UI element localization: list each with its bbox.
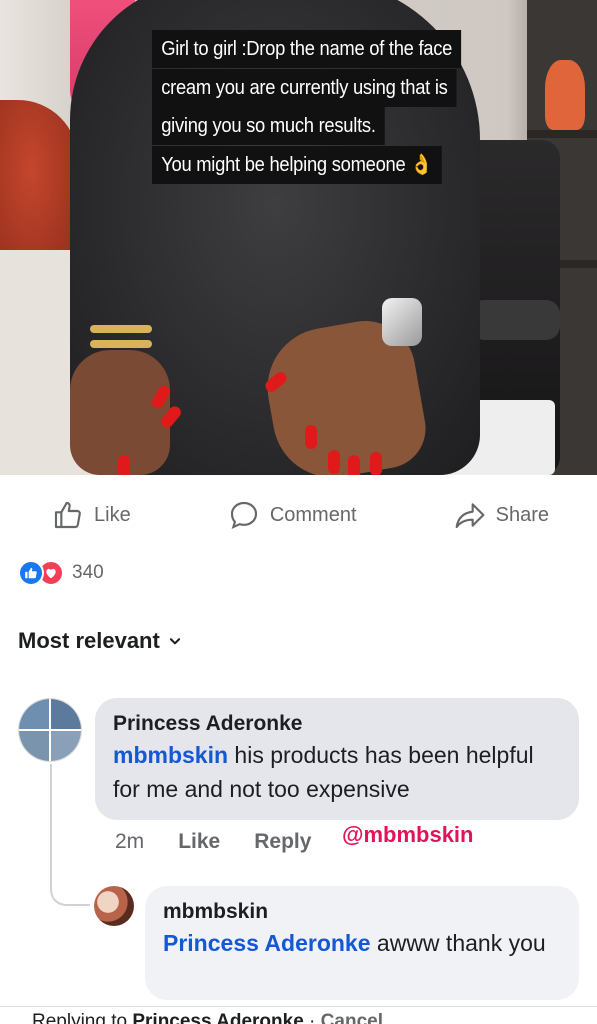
comment-bubble-icon [230,501,257,529]
replying-separator: · [303,1011,321,1024]
comment-meta: 2m Like Reply [115,830,345,854]
comment-text: mbmbskin his products has been helpful f… [113,738,561,806]
reply-body: awww thank you [370,930,546,956]
comment-mention[interactable]: mbmbskin [113,742,228,768]
like-label: Like [94,503,131,526]
caption-line: Girl to girl :Drop the name of the face [152,30,462,68]
reaction-count: 340 [72,562,104,583]
sort-label: Most relevant [18,628,160,653]
caption-line: You might be helping someone 👌 [152,145,443,184]
wrist-watch [382,298,422,346]
shelf-board [527,130,597,138]
avatar-tile [19,699,49,729]
avatar[interactable] [94,886,134,926]
like-button[interactable]: Like [52,499,131,531]
avatar-tile [19,731,49,761]
reply-mention[interactable]: Princess Aderonke [163,930,371,956]
comment-label: Comment [269,503,357,526]
nail [305,425,317,449]
reply-author[interactable]: mbmbskin [163,898,561,926]
bangle [90,325,152,333]
replying-prefix: Replying to [32,1011,133,1024]
comment-sort-dropdown[interactable]: Most relevant [18,628,182,654]
chevron-down-icon [169,638,180,645]
decor-vase [545,60,585,130]
thumbs-up-icon [54,501,81,529]
share-arrow-icon [455,503,485,529]
like-reaction-icon [18,560,44,586]
share-label: Share [495,503,549,526]
comment-like-button[interactable]: Like [178,830,220,854]
comment-author[interactable]: Princess Aderonke [113,710,561,738]
watermark-tag: @mbmbskin [342,822,474,847]
post-photo[interactable]: Girl to girl :Drop the name of the face … [0,0,597,475]
replying-name: Princess Aderonke [132,1011,304,1024]
comment-button[interactable]: Comment [228,499,357,531]
replying-to-bar: Replying to Princess Aderonke · Cancel [0,1006,597,1024]
share-button[interactable]: Share [454,499,549,531]
avatar-tile [51,731,81,761]
caption-line: cream you are currently using that is [152,68,457,107]
nail [370,452,382,475]
nail [328,450,340,474]
comment-time[interactable]: 2m [115,830,144,854]
cancel-reply-button[interactable]: Cancel [321,1011,383,1024]
background-sofa [0,100,78,275]
bangle [90,340,152,348]
avatar-tile [51,699,81,729]
comment-bubble[interactable]: Princess Aderonke mbmbskin his products … [95,698,579,820]
reaction-summary[interactable]: 340 [18,560,104,586]
avatar[interactable] [18,698,82,762]
chair-arm [470,300,560,340]
reply-thread-line [50,764,90,906]
photo-caption: Girl to girl :Drop the name of the face … [152,30,528,184]
comment-reply-button[interactable]: Reply [254,830,311,854]
post-action-bar: Like Comment Share [0,475,597,555]
nail [118,455,130,475]
nail [348,455,360,475]
caption-line: giving you so much results. [152,107,385,145]
reply-text: Princess Aderonke awww thank you [163,926,561,960]
reply-bubble[interactable]: mbmbskin Princess Aderonke awww thank yo… [145,886,579,1000]
